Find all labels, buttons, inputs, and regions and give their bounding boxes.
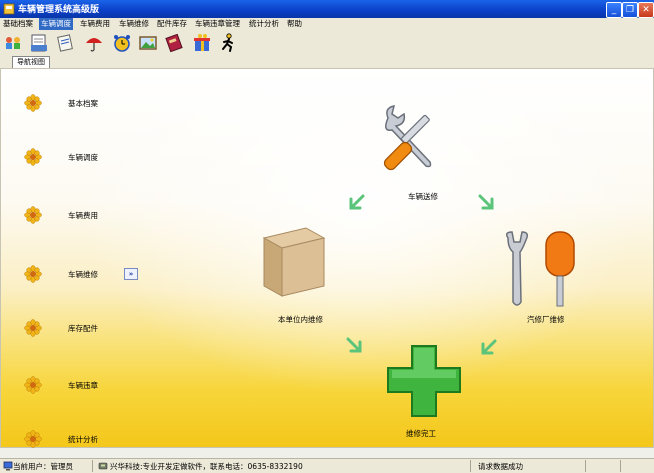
- flower-icon: [24, 319, 42, 337]
- status-message: 请求数据成功: [478, 462, 523, 471]
- menu-vehicle-dispatch[interactable]: 车辆调度: [39, 18, 73, 30]
- arrow-down-right-icon: [478, 194, 494, 210]
- garage-repair-icon[interactable]: [500, 228, 584, 312]
- menu-bar: 基础档案 车辆调度 车辆费用 车辆维修 配件库存 车辆违章管理 统计分析 帮助: [0, 18, 654, 30]
- status-separator: [620, 460, 621, 472]
- status-bar: 当前用户：管理员 兴华科技:专业开发定做软件，联系电话：0635-8332190…: [0, 458, 654, 473]
- arrow-down-left-icon: [481, 339, 497, 355]
- wrench-screwdriver-icon[interactable]: [378, 104, 448, 174]
- flower-icon: [24, 206, 42, 224]
- close-button[interactable]: ✕: [638, 2, 654, 18]
- sidebar-item-vehicle-costs[interactable]: 车辆费用: [24, 206, 134, 224]
- sidebar-item-label: 车辆维修: [68, 270, 98, 279]
- document-icon[interactable]: [29, 33, 49, 53]
- tab-navigation-view[interactable]: 导航视图: [12, 56, 50, 68]
- computer-icon: [3, 461, 13, 471]
- picture-icon[interactable]: [138, 33, 158, 53]
- status-separator: [585, 460, 586, 472]
- menu-basic-files[interactable]: 基础档案: [1, 18, 35, 30]
- tab-strip: 导航视图: [0, 56, 654, 68]
- maximize-button[interactable]: ❐: [622, 2, 638, 18]
- sidebar-item-vehicle-dispatch[interactable]: 车辆调度: [24, 148, 134, 166]
- phone-icon: [98, 462, 108, 470]
- status-separator: [470, 460, 471, 472]
- flower-icon: [24, 148, 42, 166]
- menu-help[interactable]: 帮助: [285, 18, 304, 30]
- sidebar-item-label: 车辆调度: [68, 153, 98, 162]
- sidebar-item-parts-inventory[interactable]: 库存配件: [24, 319, 134, 337]
- app-icon: [3, 3, 15, 15]
- flow-label-repair-done: 维修完工: [406, 429, 436, 438]
- arrow-down-left-icon: [349, 194, 365, 210]
- menu-parts-inventory[interactable]: 配件库存: [155, 18, 189, 30]
- flow-label-external-repair: 汽修厂维修: [527, 315, 565, 324]
- gift-icon[interactable]: [192, 33, 212, 53]
- menu-statistics[interactable]: 统计分析: [247, 18, 281, 30]
- people-icon[interactable]: [3, 33, 23, 53]
- toolbar: [0, 30, 654, 57]
- arrow-down-right-icon: [346, 337, 362, 353]
- flow-label-internal-repair: 本单位内维修: [278, 315, 323, 324]
- notes-icon[interactable]: [55, 33, 75, 53]
- sidebar-item-basic-files[interactable]: 基本档案: [24, 94, 134, 112]
- green-plus-icon[interactable]: [386, 344, 462, 418]
- umbrella-icon[interactable]: [84, 33, 104, 53]
- menu-vehicle-costs[interactable]: 车辆费用: [78, 18, 112, 30]
- sidebar-item-label: 车辆违章: [68, 381, 98, 390]
- navigation-panel: 基本档案 车辆调度 车辆费用 车辆维修 库存配件 车辆违章 统计分析 » 车辆送…: [0, 68, 654, 448]
- title-bar: 车辆管理系统高级版 _ ❐ ✕: [0, 0, 654, 18]
- minimize-button[interactable]: _: [606, 2, 622, 18]
- window-title: 车辆管理系统高级版: [18, 5, 100, 15]
- sidebar-item-violations[interactable]: 车辆违章: [24, 376, 134, 394]
- menu-violation-management[interactable]: 车辆违章管理: [193, 18, 242, 30]
- flower-icon: [24, 94, 42, 112]
- sidebar-item-label: 车辆费用: [68, 211, 98, 220]
- flow-label-send-repair: 车辆送修: [408, 192, 438, 201]
- status-separator: [92, 460, 93, 472]
- alarm-clock-icon[interactable]: [112, 33, 132, 53]
- status-company-info: 兴华科技:专业开发定做软件，联系电话：0635-8332190: [110, 462, 303, 471]
- expand-panel-button[interactable]: »: [124, 268, 138, 280]
- flower-icon: [24, 265, 42, 283]
- book-icon[interactable]: [164, 33, 184, 53]
- running-man-icon[interactable]: [218, 33, 238, 53]
- sidebar-item-label: 基本档案: [68, 99, 98, 108]
- menu-vehicle-repair[interactable]: 车辆维修: [117, 18, 151, 30]
- status-current-user: 当前用户：管理员: [13, 462, 73, 471]
- sidebar-item-label: 库存配件: [68, 324, 98, 333]
- flower-icon: [24, 430, 42, 448]
- sidebar-item-label: 统计分析: [68, 435, 98, 444]
- flower-icon: [24, 376, 42, 394]
- sidebar-item-statistics[interactable]: 统计分析: [24, 430, 134, 448]
- box-icon[interactable]: [258, 224, 330, 300]
- sidebar-item-vehicle-repair[interactable]: 车辆维修: [24, 265, 134, 283]
- application-window: 车辆管理系统高级版 _ ❐ ✕ 基础档案 车辆调度 车辆费用 车辆维修 配件库存…: [0, 0, 654, 473]
